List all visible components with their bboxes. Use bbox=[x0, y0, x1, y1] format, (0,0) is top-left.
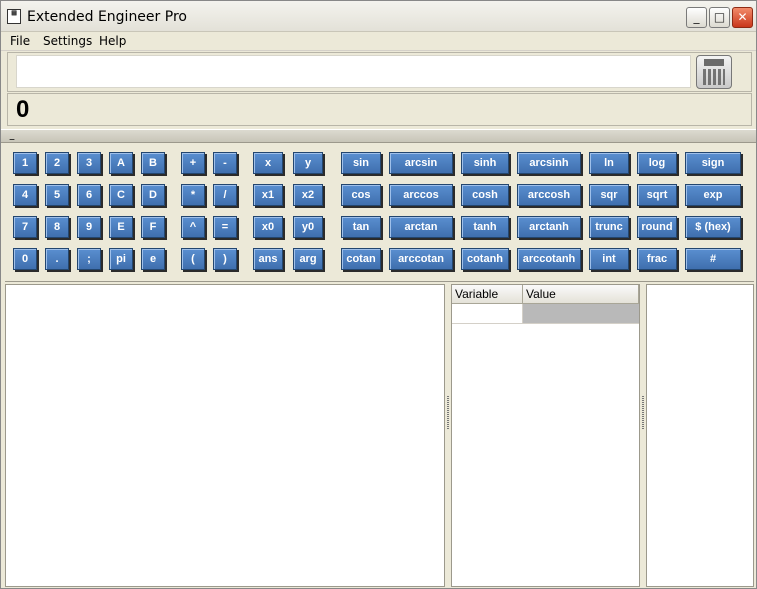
key-button[interactable]: 8 bbox=[45, 216, 69, 238]
key-button[interactable]: 0 bbox=[13, 248, 37, 270]
key-button[interactable]: exp bbox=[685, 184, 741, 206]
key-button[interactable]: x0 bbox=[253, 216, 283, 238]
key-button[interactable]: x2 bbox=[293, 184, 323, 206]
key-button[interactable]: F bbox=[141, 216, 165, 238]
key-button[interactable]: - bbox=[213, 152, 237, 174]
key-button[interactable]: + bbox=[181, 152, 205, 174]
key-button[interactable]: sqrt bbox=[637, 184, 677, 206]
key-button[interactable]: arg bbox=[293, 248, 323, 270]
keypad-splitter[interactable]: – bbox=[1, 129, 756, 146]
key-button[interactable]: sin bbox=[341, 152, 381, 174]
table-header: Variable Value bbox=[452, 285, 639, 304]
title-bar[interactable]: ▦ Extended Engineer Pro _ □ ✕ bbox=[1, 1, 756, 32]
key-button[interactable]: cotanh bbox=[461, 248, 509, 270]
key-button[interactable]: tanh bbox=[461, 216, 509, 238]
variable-cell[interactable] bbox=[452, 304, 523, 324]
key-button[interactable]: E bbox=[109, 216, 133, 238]
key-button[interactable]: ^ bbox=[181, 216, 205, 238]
window-title: Extended Engineer Pro bbox=[27, 9, 187, 25]
grip-icon bbox=[642, 396, 644, 430]
key-button[interactable]: # bbox=[685, 248, 741, 270]
key-button[interactable]: cos bbox=[341, 184, 381, 206]
key-button[interactable]: arctan bbox=[389, 216, 453, 238]
calculator-keys-icon bbox=[703, 69, 725, 85]
key-button[interactable]: e bbox=[141, 248, 165, 270]
key-button[interactable]: y0 bbox=[293, 216, 323, 238]
key-button[interactable]: arccos bbox=[389, 184, 453, 206]
key-button[interactable]: 2 bbox=[45, 152, 69, 174]
output-pane[interactable] bbox=[5, 284, 445, 587]
menu-file[interactable]: File bbox=[10, 34, 30, 48]
menu-bar: File Settings Help bbox=[1, 32, 756, 51]
key-button[interactable]: 4 bbox=[13, 184, 37, 206]
key-button[interactable]: = bbox=[213, 216, 237, 238]
key-button[interactable]: trunc bbox=[589, 216, 629, 238]
key-button[interactable]: ) bbox=[213, 248, 237, 270]
key-button[interactable]: 9 bbox=[77, 216, 101, 238]
keypad: 1 2 3 A B + - x y sin arcsin sinh arcsinh ln log sign 4 5… bbox=[5, 144, 754, 282]
key-button[interactable]: sign bbox=[685, 152, 741, 174]
side-pane[interactable] bbox=[646, 284, 754, 587]
key-button[interactable]: arccotanh bbox=[517, 248, 581, 270]
expression-row bbox=[7, 52, 752, 92]
key-button[interactable]: cosh bbox=[461, 184, 509, 206]
value-cell[interactable] bbox=[523, 304, 639, 324]
calculator-app-icon[interactable]: ▦ bbox=[7, 9, 21, 24]
column-header-value[interactable]: Value bbox=[523, 285, 639, 304]
key-button[interactable]: int bbox=[589, 248, 629, 270]
key-button[interactable]: B bbox=[141, 152, 165, 174]
calculate-button[interactable] bbox=[696, 55, 732, 89]
key-button[interactable]: pi bbox=[109, 248, 133, 270]
close-button[interactable]: ✕ bbox=[732, 7, 753, 28]
key-button[interactable]: log bbox=[637, 152, 677, 174]
key-button[interactable]: 6 bbox=[77, 184, 101, 206]
key-button[interactable]: cotan bbox=[341, 248, 381, 270]
key-button[interactable]: arccotan bbox=[389, 248, 453, 270]
key-button[interactable]: y bbox=[293, 152, 323, 174]
key-button[interactable]: . bbox=[45, 248, 69, 270]
key-button[interactable]: ans bbox=[253, 248, 283, 270]
key-button[interactable]: A bbox=[109, 152, 133, 174]
key-button[interactable]: * bbox=[181, 184, 205, 206]
key-button[interactable]: x bbox=[253, 152, 283, 174]
app-window: ▦ Extended Engineer Pro _ □ ✕ File Setti… bbox=[0, 0, 757, 589]
table-row[interactable] bbox=[452, 304, 639, 324]
grip-icon bbox=[447, 396, 449, 430]
calculator-icon bbox=[704, 59, 724, 66]
key-button[interactable]: arcsinh bbox=[517, 152, 581, 174]
key-button[interactable]: 7 bbox=[13, 216, 37, 238]
key-button[interactable]: arctanh bbox=[517, 216, 581, 238]
key-button[interactable]: C bbox=[109, 184, 133, 206]
expression-input[interactable] bbox=[16, 55, 691, 88]
key-button[interactable]: sqr bbox=[589, 184, 629, 206]
key-button[interactable]: arccosh bbox=[517, 184, 581, 206]
result-display: 0 bbox=[16, 96, 30, 123]
minimize-button[interactable]: _ bbox=[686, 7, 707, 28]
key-button[interactable]: ln bbox=[589, 152, 629, 174]
menu-settings[interactable]: Settings bbox=[43, 34, 92, 48]
key-button[interactable]: D bbox=[141, 184, 165, 206]
key-button[interactable]: sinh bbox=[461, 152, 509, 174]
key-button[interactable]: ; bbox=[77, 248, 101, 270]
bottom-panels: Variable Value bbox=[5, 284, 754, 587]
key-button[interactable]: frac bbox=[637, 248, 677, 270]
variables-table[interactable]: Variable Value bbox=[451, 284, 640, 587]
key-button[interactable]: / bbox=[213, 184, 237, 206]
result-row: 0 bbox=[7, 93, 752, 126]
column-header-variable[interactable]: Variable bbox=[452, 285, 523, 304]
key-button[interactable]: tan bbox=[341, 216, 381, 238]
key-button[interactable]: x1 bbox=[253, 184, 283, 206]
key-button[interactable]: round bbox=[637, 216, 677, 238]
key-button[interactable]: arcsin bbox=[389, 152, 453, 174]
key-button[interactable]: 3 bbox=[77, 152, 101, 174]
key-button[interactable]: ( bbox=[181, 248, 205, 270]
key-button[interactable]: $ (hex) bbox=[685, 216, 741, 238]
maximize-button[interactable]: □ bbox=[709, 7, 730, 28]
key-button[interactable]: 5 bbox=[45, 184, 69, 206]
menu-help[interactable]: Help bbox=[99, 34, 126, 48]
key-button[interactable]: 1 bbox=[13, 152, 37, 174]
